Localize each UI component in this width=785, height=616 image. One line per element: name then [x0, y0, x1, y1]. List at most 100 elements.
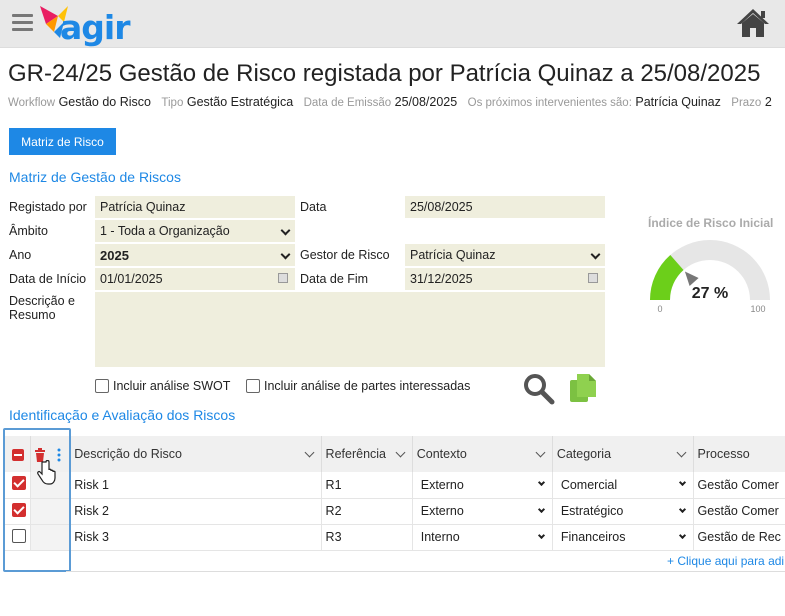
- data-fim-field[interactable]: 31/12/2025: [405, 268, 605, 290]
- meta-line: Workflow Gestão do Risco Tipo Gestão Est…: [8, 95, 772, 109]
- calendar-icon[interactable]: [278, 273, 288, 283]
- chevron-down-icon[interactable]: [304, 447, 314, 458]
- gauge-value-label: 27 %: [692, 285, 728, 302]
- col-header-contexto[interactable]: Contexto: [412, 436, 553, 472]
- matriz-section-title: Matriz de Gestão de Riscos: [9, 169, 181, 185]
- cell-categoria-value: Comercial: [560, 477, 618, 492]
- prazo-label: Prazo: [731, 97, 762, 109]
- cell-descricao[interactable]: Risk 2: [69, 498, 322, 525]
- top-bar: agir: [0, 0, 785, 48]
- chevron-down-icon[interactable]: [395, 447, 406, 458]
- calendar-icon[interactable]: [588, 273, 598, 283]
- data-inicio-label: Data de Início: [9, 272, 87, 286]
- registado-por-field[interactable]: Patrícia Quinaz: [95, 196, 295, 218]
- col-header-referencia-label: Referência: [325, 447, 386, 461]
- intervenientes-value: Patrícia Quinaz: [635, 95, 721, 109]
- table-row[interactable]: Risk 3 R3 Interno Financeiros Gestão de …: [4, 524, 785, 551]
- cell-contexto-value: Externo: [420, 504, 464, 518]
- cell-referencia[interactable]: R1: [321, 472, 413, 499]
- descricao-label: Descrição e Resumo: [9, 294, 75, 322]
- ambito-select[interactable]: 1 - Toda a Organização: [95, 220, 295, 242]
- cell-contexto-select[interactable]: Interno: [412, 524, 553, 551]
- chevron-down-icon[interactable]: [678, 505, 686, 513]
- data-label: Data: [300, 200, 327, 214]
- swot-label: Incluir análise SWOT: [113, 379, 231, 393]
- partes-label: Incluir análise de partes interessadas: [264, 379, 471, 393]
- gestor-select[interactable]: Patrícia Quinaz: [405, 244, 605, 266]
- cell-categoria-value: Financeiros: [560, 530, 626, 544]
- col-header-referencia[interactable]: Referência: [321, 436, 413, 472]
- col-header-contexto-label: Contexto: [416, 447, 467, 461]
- swot-checkbox[interactable]: [95, 379, 109, 393]
- gauge-max-label: 100: [750, 304, 765, 314]
- add-row-link[interactable]: + Clique aqui para adi: [667, 554, 784, 568]
- gauge-needle: [684, 271, 699, 286]
- cell-categoria-value: Estratégico: [560, 504, 624, 518]
- cell-processo[interactable]: Gestão de Rec: [693, 524, 785, 551]
- cell-processo[interactable]: Gestão Comer: [693, 498, 785, 525]
- cell-categoria-select[interactable]: Estratégico: [552, 498, 694, 525]
- swot-checkbox-row[interactable]: Incluir análise SWOT: [95, 379, 230, 393]
- risks-section-title: Identificação e Avaliação dos Riscos: [9, 407, 236, 423]
- chevron-down-icon[interactable]: [537, 478, 545, 487]
- cell-contexto-select[interactable]: Externo: [412, 472, 553, 499]
- cell-contexto-select[interactable]: Externo: [412, 498, 553, 525]
- cell-descricao[interactable]: Risk 3: [69, 524, 322, 551]
- col-header-categoria-label: Categoria: [556, 447, 612, 461]
- agir-logo[interactable]: agir: [38, 2, 130, 47]
- col-header-descricao-label: Descrição do Risco: [74, 447, 182, 461]
- data-fim-value: 31/12/2025: [410, 272, 473, 286]
- workflow-label: Workflow: [8, 97, 56, 109]
- tipo-value: Gestão Estratégica: [186, 95, 294, 109]
- copy-documents-icon[interactable]: [568, 372, 598, 404]
- workflow-value: Gestão do Risco: [58, 95, 151, 109]
- logo-text: agir: [60, 8, 130, 47]
- gauge-svg: 27 % 0 100: [650, 240, 770, 314]
- search-icon[interactable]: [522, 372, 556, 406]
- hamburger-menu-icon[interactable]: [12, 14, 33, 32]
- matriz-de-risco-button[interactable]: Matriz de Risco: [9, 128, 116, 155]
- table-row[interactable]: Risk 1 R1 Externo Comercial Gestão Comer: [4, 472, 785, 499]
- chevron-down-icon[interactable]: [676, 447, 686, 458]
- partes-checkbox[interactable]: [246, 379, 260, 393]
- col-header-processo[interactable]: Processo: [693, 436, 785, 472]
- cell-referencia[interactable]: R3: [321, 524, 413, 551]
- chevron-down-icon[interactable]: [678, 478, 686, 487]
- hand-pointer-cursor-icon: [37, 460, 56, 485]
- chevron-down-icon[interactable]: [537, 531, 545, 539]
- chevron-down-icon[interactable]: [535, 447, 546, 458]
- cell-contexto-value: Externo: [420, 477, 464, 492]
- ambito-label: Âmbito: [9, 224, 48, 238]
- ano-select[interactable]: 2025: [95, 244, 295, 266]
- chevron-down-icon[interactable]: [537, 505, 545, 513]
- cell-categoria-select[interactable]: Financeiros: [552, 524, 694, 551]
- table-bottom-divider: [66, 571, 785, 572]
- gestor-label: Gestor de Risco: [300, 248, 390, 262]
- home-icon[interactable]: [735, 7, 771, 39]
- prazo-value: 2: [764, 95, 772, 109]
- data-inicio-field[interactable]: 01/01/2025: [95, 268, 295, 290]
- registado-por-label: Registado por: [9, 200, 87, 214]
- emissao-value: 25/08/2025: [394, 95, 458, 109]
- tipo-label: Tipo: [161, 97, 184, 109]
- cell-referencia[interactable]: R2: [321, 498, 413, 525]
- gauge-title: Índice de Risco Inicial: [648, 216, 774, 230]
- emissao-label: Data de Emissão: [303, 97, 392, 109]
- partes-checkbox-row[interactable]: Incluir análise de partes interessadas: [246, 379, 470, 393]
- data-field[interactable]: 25/08/2025: [405, 196, 605, 218]
- cell-categoria-select[interactable]: Comercial: [552, 472, 694, 499]
- risks-header-row: Descrição do Risco Referência Contexto C…: [4, 436, 785, 472]
- page-title: GR-24/25 Gestão de Risco registada por P…: [8, 60, 761, 87]
- ano-label: Ano: [9, 248, 32, 262]
- descricao-label-line2: Resumo: [9, 308, 56, 322]
- cell-processo[interactable]: Gestão Comer: [693, 472, 785, 499]
- risks-table: Descrição do Risco Referência Contexto C…: [4, 436, 785, 551]
- col-header-categoria[interactable]: Categoria: [552, 436, 694, 472]
- chevron-down-icon[interactable]: [678, 531, 686, 539]
- col-header-processo-label: Processo: [697, 447, 750, 461]
- intervenientes-label: Os próximos intervenientes são:: [467, 97, 632, 109]
- descricao-textarea[interactable]: [95, 292, 605, 367]
- cell-descricao[interactable]: Risk 1: [69, 472, 322, 499]
- col-header-descricao[interactable]: Descrição do Risco: [69, 436, 322, 472]
- table-row[interactable]: Risk 2 R2 Externo Estratégico Gestão Com…: [4, 498, 785, 525]
